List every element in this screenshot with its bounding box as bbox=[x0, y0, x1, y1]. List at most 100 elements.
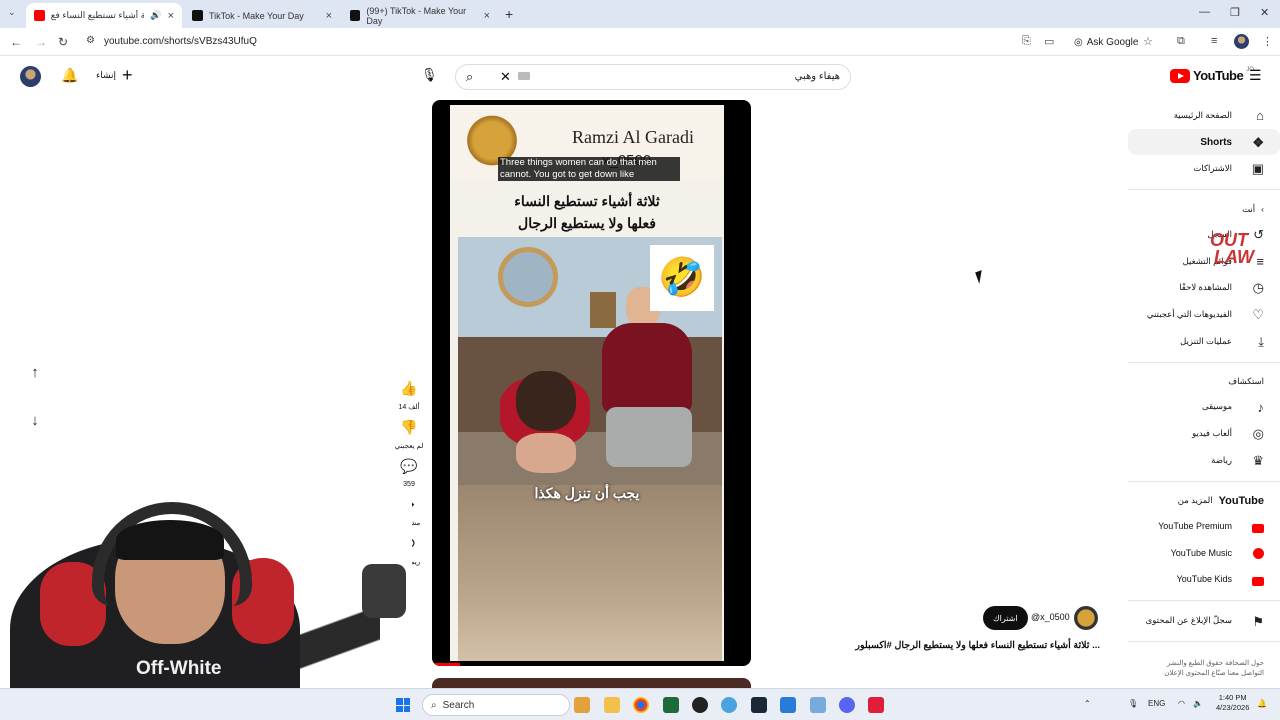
discord-icon[interactable] bbox=[839, 697, 855, 713]
sidebar-item-report[interactable]: سجلّ الإبلاغ عن المحتوى ⚑ bbox=[1128, 608, 1280, 635]
sidebar-item-label: YouTube Music bbox=[1170, 547, 1232, 558]
tab-youtube-short[interactable]: ثلاثة أشياء تستطيع النساء فع 🔊 × bbox=[26, 3, 182, 28]
youtube-logo[interactable]: YouTube JO bbox=[1170, 67, 1254, 83]
search-box[interactable]: ⌕ ✕ هيفاء وهبي bbox=[455, 64, 851, 90]
minimize-button[interactable]: — bbox=[1199, 6, 1210, 18]
volume-icon[interactable]: 🔈 bbox=[1193, 699, 1203, 708]
keyboard-icon[interactable] bbox=[518, 72, 530, 80]
back-icon[interactable]: ← bbox=[10, 35, 22, 49]
sidebar-item-label: YouTube Kids bbox=[1176, 574, 1232, 585]
language-indicator[interactable]: ENG bbox=[1148, 699, 1165, 708]
chrome-icon[interactable] bbox=[633, 697, 649, 713]
search-input[interactable]: هيفاء وهبي bbox=[795, 71, 840, 82]
sidebar-item-label: موسيقى bbox=[1201, 401, 1232, 412]
trophy-icon: ♛ bbox=[1252, 452, 1264, 468]
short-title[interactable]: ثلاثة أشياء تستطيع النساء فعلها ولا يستط… bbox=[800, 640, 1100, 651]
wifi-icon[interactable]: ◠ bbox=[1178, 699, 1185, 708]
sidebar-item-music[interactable]: موسيقى ♪ bbox=[1128, 394, 1280, 421]
site-info-icon[interactable]: ⚙ bbox=[86, 35, 95, 46]
reload-icon[interactable]: ↻ bbox=[58, 35, 68, 49]
app-icon[interactable] bbox=[721, 697, 737, 713]
sidebar-item-liked[interactable]: الفيديوهات التي أعجبتني ♡ bbox=[1128, 301, 1280, 328]
bookmark-star-icon[interactable]: ☆ bbox=[1143, 35, 1153, 48]
tab-tiktok-1[interactable]: TikTok - Make Your Day × bbox=[184, 3, 340, 28]
system-clock[interactable]: 1:40 PM 4/23/2026 bbox=[1216, 693, 1249, 713]
tray-chevron-icon[interactable]: ⌃ bbox=[1084, 699, 1091, 708]
tab-title: ثلاثة أشياء تستطيع النساء فع bbox=[50, 10, 145, 20]
steam-icon[interactable] bbox=[751, 697, 767, 713]
webcam-overlay: Off-White bbox=[0, 498, 412, 720]
menu-icon[interactable]: ⋮ bbox=[1262, 35, 1273, 48]
file-explorer-icon[interactable] bbox=[604, 697, 620, 713]
app-icon[interactable] bbox=[810, 697, 826, 713]
sidebar-item-label: الصفحة الرئيسية bbox=[1173, 109, 1232, 120]
sidebar-item-gaming[interactable]: ألعاب فيديو ◎ bbox=[1128, 420, 1280, 447]
clear-search-icon[interactable]: ✕ bbox=[500, 69, 511, 85]
tray-mic-icon[interactable]: 🎙 bbox=[1128, 699, 1138, 708]
comments-button[interactable]: 💬 359 bbox=[392, 458, 426, 488]
tab-search-icon[interactable]: ⌄ bbox=[8, 7, 16, 18]
translate-icon[interactable]: ⎘ bbox=[1022, 35, 1031, 48]
restore-button[interactable]: ❐ bbox=[1230, 6, 1240, 19]
windows-start-icon[interactable] bbox=[396, 698, 410, 712]
cast-icon[interactable]: ▭ bbox=[1044, 35, 1054, 48]
sidebar-item-downloads[interactable]: عمليات التنزيل ⤓ bbox=[1128, 328, 1280, 355]
tab-tiktok-2[interactable]: (99+) TikTok - Make Your Day × bbox=[342, 3, 498, 28]
notification-icon[interactable]: 🔔 bbox=[1257, 699, 1267, 708]
previous-short-button[interactable]: ↑ bbox=[24, 364, 46, 381]
voice-search-icon[interactable]: 🎙 bbox=[421, 67, 438, 83]
reading-list-icon[interactable]: ≡ bbox=[1211, 35, 1217, 47]
close-tab-icon[interactable]: × bbox=[168, 10, 174, 22]
sidebar-you-header[interactable]: أنت ‹ bbox=[1128, 197, 1280, 221]
audio-icon[interactable]: 🔊 bbox=[150, 10, 161, 21]
sidebar-item-shorts[interactable]: Shorts ❖ bbox=[1128, 128, 1280, 156]
sidebar-item-music-app[interactable]: YouTube Music bbox=[1128, 539, 1280, 566]
sidebar-item-subscriptions[interactable]: الاشتراكات ▣ bbox=[1128, 155, 1280, 182]
url-field[interactable]: youtube.com/shorts/sVBzs43UfuQ bbox=[104, 36, 257, 47]
clock-time: 1:40 PM bbox=[1218, 693, 1247, 702]
shorts-video-player[interactable]: Ramzi Al Garadi x_0500 Three things wome… bbox=[432, 100, 751, 666]
search-icon[interactable]: ⌕ bbox=[466, 69, 473, 85]
sidebar-divider bbox=[1128, 480, 1280, 482]
sidebar-item-kids[interactable]: YouTube Kids bbox=[1128, 566, 1280, 593]
adobe-icon[interactable] bbox=[868, 697, 884, 713]
subscribe-button[interactable]: اشتراك bbox=[983, 606, 1028, 630]
close-tab-icon[interactable]: × bbox=[326, 10, 332, 22]
gaming-icon: ◎ bbox=[1252, 426, 1264, 442]
extensions-icon[interactable]: ⧉ bbox=[1177, 35, 1185, 48]
forward-icon[interactable]: → bbox=[35, 35, 47, 49]
account-avatar[interactable] bbox=[20, 66, 41, 87]
app-icon[interactable] bbox=[780, 697, 796, 713]
sidebar-item-sports[interactable]: رياضة ♛ bbox=[1128, 447, 1280, 474]
taskbar-search[interactable]: ⌕ Search bbox=[422, 694, 570, 716]
sidebar-item-premium[interactable]: YouTube Premium bbox=[1128, 513, 1280, 540]
like-button[interactable]: 👍 14 ألف bbox=[392, 380, 426, 411]
taskview-icon[interactable] bbox=[574, 697, 590, 713]
ask-google-button[interactable]: ◎ Ask Google bbox=[1068, 33, 1144, 51]
new-tab-button[interactable]: + bbox=[505, 6, 513, 22]
dislike-label: لم يعجبني bbox=[394, 443, 424, 450]
sidebar-item-home[interactable]: الصفحة الرئيسية ⌂ bbox=[1128, 102, 1280, 129]
notifications-bell-icon[interactable]: 🔔 bbox=[61, 67, 78, 84]
close-tab-icon[interactable]: × bbox=[484, 10, 490, 22]
sidebar-divider bbox=[1128, 641, 1280, 643]
channel-handle[interactable]: @x_0500 bbox=[1031, 612, 1070, 622]
create-button[interactable]: إنشاء + bbox=[96, 66, 133, 84]
footer-links[interactable]: التواصل معنا صنّاع المحتوى الإعلان bbox=[1164, 669, 1264, 677]
video-progress-bar[interactable] bbox=[432, 663, 460, 666]
sidebar-item-label: رياضة bbox=[1211, 454, 1232, 465]
profile-avatar[interactable] bbox=[1234, 34, 1249, 49]
dislike-button[interactable]: 👎 لم يعجبني bbox=[392, 419, 426, 450]
ask-google-label: Ask Google bbox=[1086, 36, 1139, 48]
close-window-button[interactable]: ✕ bbox=[1260, 6, 1269, 19]
sidebar-item-label: الفيديوهات التي أعجبتني bbox=[1146, 308, 1232, 319]
footer-links[interactable]: حول الصحافة حقوق الطبع والنشر bbox=[1167, 659, 1264, 667]
next-video-preview[interactable] bbox=[432, 678, 751, 688]
obs-icon[interactable] bbox=[692, 697, 708, 713]
channel-avatar[interactable] bbox=[1074, 606, 1098, 630]
sidebar: الصفحة الرئيسية ⌂ Shorts ❖ الاشتراكات ▣ أنت… bbox=[1128, 102, 1280, 649]
subscriptions-icon: ▣ bbox=[1251, 161, 1264, 177]
next-short-button[interactable]: ↓ bbox=[24, 412, 46, 429]
hamburger-menu-icon[interactable]: ☰ bbox=[1249, 67, 1262, 84]
terminal-icon[interactable] bbox=[663, 697, 679, 713]
